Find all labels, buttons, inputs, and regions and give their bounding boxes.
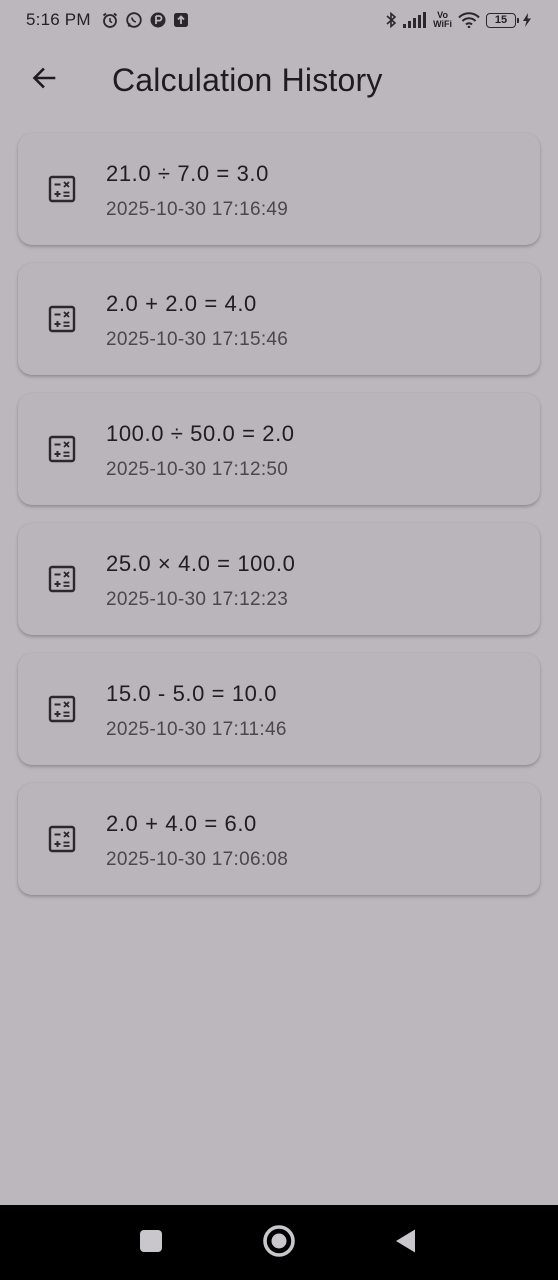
history-timestamp: 2025-10-30 17:12:23 bbox=[106, 589, 289, 610]
status-bar: 5:16 PM Vo WiFi 15 bbox=[0, 0, 558, 40]
history-item[interactable]: 25.0 × 4.0 = 100.0 2025-10-30 17:12:23 bbox=[18, 523, 540, 635]
wifi-icon bbox=[458, 12, 480, 28]
history-expression: 100.0 ÷ 50.0 = 2.0 bbox=[106, 421, 295, 446]
alarm-icon bbox=[101, 11, 119, 29]
history-item[interactable]: 15.0 - 5.0 = 10.0 2025-10-30 17:11:46 bbox=[18, 653, 540, 765]
history-timestamp: 2025-10-30 17:15:46 bbox=[106, 329, 289, 350]
whatsapp-icon bbox=[125, 11, 143, 29]
history-item[interactable]: 100.0 ÷ 50.0 = 2.0 2025-10-30 17:12:50 bbox=[18, 393, 540, 505]
calculator-icon bbox=[48, 435, 76, 463]
app-bar: Calculation History bbox=[0, 48, 558, 114]
vowifi-icon: Vo WiFi bbox=[433, 11, 452, 29]
app-notification-icon bbox=[149, 11, 167, 29]
recents-icon bbox=[139, 1229, 163, 1258]
calculator-icon bbox=[48, 565, 76, 593]
history-expression: 25.0 × 4.0 = 100.0 bbox=[106, 551, 296, 576]
signal-icon bbox=[403, 12, 427, 28]
home-icon bbox=[262, 1224, 296, 1263]
history-timestamp: 2025-10-30 17:06:08 bbox=[106, 849, 289, 870]
recents-button[interactable] bbox=[131, 1223, 171, 1263]
calculation-history-screen: 5:16 PM Vo WiFi 15 Calculation History 2… bbox=[0, 0, 558, 1280]
history-list: 21.0 ÷ 7.0 = 3.0 2025-10-30 17:16:49 2.0… bbox=[18, 133, 540, 913]
vowifi-bottom-label: WiFi bbox=[433, 19, 452, 29]
status-left: 5:16 PM bbox=[26, 10, 189, 30]
calculator-icon bbox=[48, 305, 76, 333]
page-title: Calculation History bbox=[112, 62, 383, 98]
history-expression: 2.0 + 4.0 = 6.0 bbox=[106, 811, 257, 836]
history-item[interactable]: 21.0 ÷ 7.0 = 3.0 2025-10-30 17:16:49 bbox=[18, 133, 540, 245]
battery-level: 15 bbox=[494, 14, 508, 26]
history-expression: 2.0 + 2.0 = 4.0 bbox=[106, 291, 257, 316]
arrow-back-icon bbox=[30, 64, 58, 97]
upload-icon bbox=[173, 12, 189, 28]
history-timestamp: 2025-10-30 17:16:49 bbox=[106, 199, 289, 220]
charging-icon bbox=[522, 12, 532, 28]
status-time: 5:16 PM bbox=[26, 10, 91, 29]
status-right: Vo WiFi 15 bbox=[385, 11, 532, 29]
history-timestamp: 2025-10-30 17:11:46 bbox=[106, 719, 287, 740]
back-triangle-icon bbox=[393, 1228, 417, 1259]
history-timestamp: 2025-10-30 17:12:50 bbox=[106, 459, 289, 480]
history-item[interactable]: 2.0 + 2.0 = 4.0 2025-10-30 17:15:46 bbox=[18, 263, 540, 375]
battery-icon: 15 bbox=[486, 12, 519, 28]
nav-back-button[interactable] bbox=[385, 1223, 425, 1263]
calculator-icon bbox=[48, 825, 76, 853]
back-button[interactable] bbox=[22, 58, 66, 102]
system-nav-bar bbox=[0, 1205, 558, 1280]
calculator-icon bbox=[48, 695, 76, 723]
calculator-icon bbox=[48, 175, 76, 203]
history-expression: 15.0 - 5.0 = 10.0 bbox=[106, 681, 278, 706]
home-button[interactable] bbox=[259, 1223, 299, 1263]
bluetooth-icon bbox=[385, 11, 397, 29]
history-expression: 21.0 ÷ 7.0 = 3.0 bbox=[106, 161, 269, 186]
history-item[interactable]: 2.0 + 4.0 = 6.0 2025-10-30 17:06:08 bbox=[18, 783, 540, 895]
